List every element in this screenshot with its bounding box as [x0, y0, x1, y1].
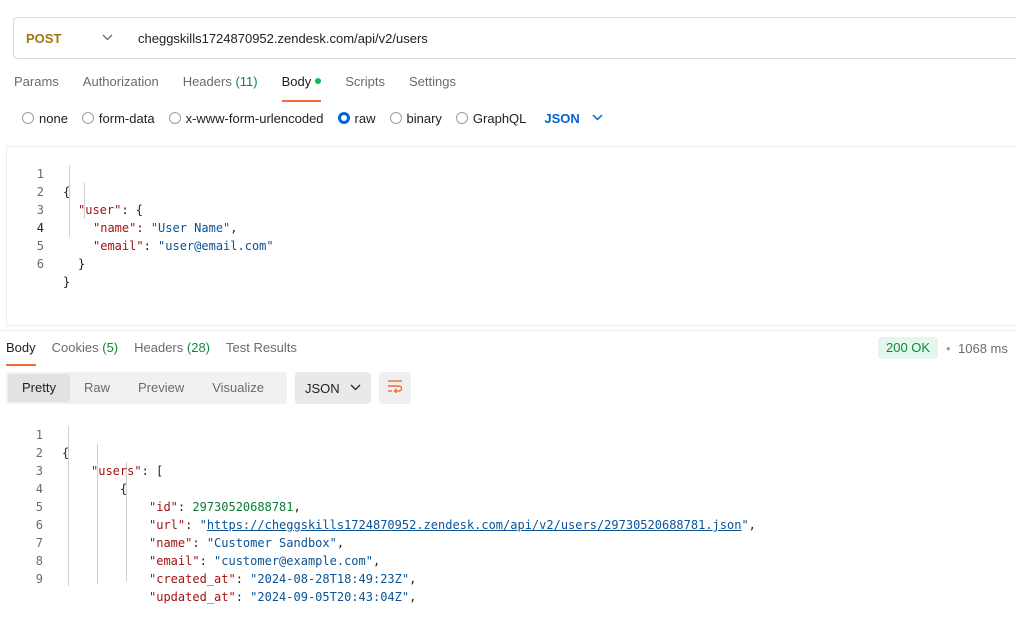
wrap-lines-button[interactable] — [379, 372, 411, 404]
response-body-viewer[interactable]: 1 { 2 "users": [ 3 { 4 "id": 29730520688… — [6, 408, 1016, 604]
code-line: 1 { — [35, 428, 70, 460]
code-line: 1 { — [36, 167, 71, 199]
code-line: 7 "email": "customer@example.com", — [35, 536, 381, 568]
code-line: 9 "updated_at": "2024-09-05T20:43:04Z", — [35, 572, 417, 604]
body-format-select[interactable]: JSON — [544, 111, 603, 126]
method-select[interactable]: POST — [14, 18, 124, 58]
radio-circle-icon — [22, 112, 34, 124]
status-badge[interactable]: 200 OK — [878, 337, 939, 359]
radio-circle-icon — [389, 112, 402, 124]
code-line: 2 "user": { — [36, 185, 144, 217]
code-line: 6 } — [36, 257, 71, 289]
response-time[interactable]: 1068 ms — [958, 341, 1008, 356]
separator-dot: • — [946, 341, 951, 356]
tab-scripts[interactable]: Scripts — [345, 74, 385, 100]
code-line: 6 "name": "Customer Sandbox", — [35, 518, 345, 550]
code-line: 4 "id": 29730520688781, — [35, 482, 301, 514]
view-preview-button[interactable]: Preview — [124, 374, 198, 402]
code-line: 5 "url": "https://cheggskills1724870952.… — [35, 500, 756, 532]
request-body-editor[interactable]: 1 { 2 "user": { 3 "name": "User Name", 4… — [6, 146, 1016, 326]
response-tabs: Body Cookies (5) Headers (28) Test Resul… — [6, 340, 313, 366]
chevron-down-icon — [592, 112, 603, 124]
tab-response-headers[interactable]: Headers (28) — [134, 340, 210, 364]
code-line: 4 "email": "user@email.com" — [36, 221, 274, 253]
method-label: POST — [26, 30, 62, 46]
radio-graphql[interactable]: GraphQL — [455, 111, 526, 126]
tab-authorization[interactable]: Authorization — [83, 74, 159, 100]
radio-checked-icon — [337, 112, 350, 124]
response-format-select[interactable]: JSON — [295, 372, 371, 404]
radio-none[interactable]: none — [22, 111, 68, 126]
tab-body[interactable]: Body — [281, 74, 322, 102]
headers-count: (11) — [235, 74, 258, 89]
radio-circle-icon — [81, 112, 94, 124]
chevron-down-icon — [350, 382, 361, 394]
radio-form-data[interactable]: form-data — [81, 111, 155, 126]
code-line: 8 "created_at": "2024-08-28T18:49:23Z", — [35, 554, 417, 586]
view-pretty-button[interactable]: Pretty — [8, 374, 70, 402]
url-input[interactable]: cheggskills1724870952.zendesk.com/api/v2… — [124, 31, 428, 46]
code-line: 3 "name": "User Name", — [36, 203, 238, 235]
view-raw-button[interactable]: Raw — [70, 374, 124, 402]
code-line: 2 "users": [ — [35, 446, 164, 478]
url-bar: POST cheggskills1724870952.zendesk.com/a… — [13, 17, 1016, 59]
tab-test-results[interactable]: Test Results — [226, 340, 297, 364]
tab-response-body[interactable]: Body — [6, 340, 36, 366]
radio-x-www-form-urlencoded[interactable]: x-www-form-urlencoded — [168, 111, 324, 126]
view-mode-group: Pretty Raw Preview Visualize — [6, 372, 287, 404]
radio-circle-icon — [455, 112, 468, 124]
view-visualize-button[interactable]: Visualize — [198, 374, 278, 402]
tab-params[interactable]: Params — [14, 74, 59, 100]
code-line: 5 } — [36, 239, 86, 271]
code-line: 3 { — [35, 464, 128, 496]
chevron-down-icon — [102, 32, 113, 44]
wrap-lines-icon — [387, 379, 403, 398]
radio-raw[interactable]: raw — [337, 111, 376, 126]
radio-circle-icon — [168, 112, 181, 124]
tab-headers[interactable]: Headers (11) — [183, 74, 258, 100]
request-tabs: Params Authorization Headers (11) Body S… — [14, 74, 480, 102]
radio-binary[interactable]: binary — [389, 111, 442, 126]
tab-settings[interactable]: Settings — [409, 74, 456, 100]
body-modified-dot-icon — [315, 78, 322, 84]
pane-divider[interactable] — [0, 330, 1016, 331]
body-type-options: none form-data x-www-form-urlencoded raw… — [22, 110, 603, 126]
tab-cookies[interactable]: Cookies (5) — [52, 340, 118, 364]
